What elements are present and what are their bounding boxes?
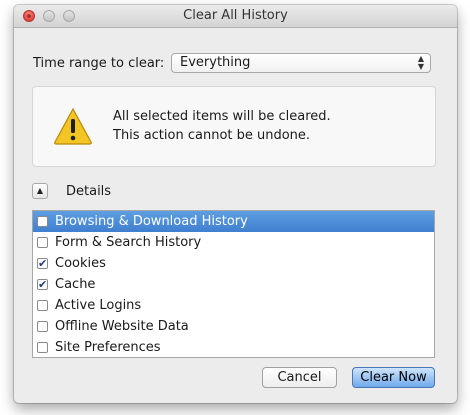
checkbox[interactable] [37,253,48,274]
details-label: Details [66,184,112,199]
checkbox[interactable] [37,274,48,295]
list-item-label: Offline Website Data [55,319,189,334]
window-title: Clear All History [183,8,288,23]
checkbox[interactable] [37,321,48,332]
warning-triangle-icon [54,107,92,145]
list-item-cookies[interactable]: Cookies [33,253,434,274]
list-item-active-logins[interactable]: Active Logins [33,295,434,316]
warning-line-1: All selected items will be cleared. [113,109,331,124]
list-item-label: Browsing & Download History [55,214,248,229]
checkbox[interactable] [37,342,48,353]
clear-now-button[interactable]: Clear Now [352,367,435,388]
title-bar[interactable]: Clear All History [14,5,457,28]
checkbox[interactable] [37,237,48,248]
list-item-site-preferences[interactable]: Site Preferences [33,337,434,357]
time-range-select[interactable]: Everything ▲ ▼ [171,53,431,73]
time-range-value: Everything [180,55,251,70]
list-item-label: Active Logins [55,298,142,313]
warning-message: All selected items will be cleared. This… [113,107,331,145]
cancel-button[interactable]: Cancel [262,367,337,388]
details-checklist: Browsing & Download History Form & Searc… [32,210,435,358]
list-item-label: Form & Search History [55,235,202,250]
warning-box: All selected items will be cleared. This… [32,86,436,167]
list-item-label: Site Preferences [55,340,161,355]
list-item-label: Cache [55,277,96,292]
list-item-browsing-download-history[interactable]: Browsing & Download History [33,211,434,232]
checkbox[interactable] [37,300,48,311]
list-item-cache[interactable]: Cache [33,274,434,295]
details-disclosure-button[interactable]: ▲ [32,183,48,199]
list-item-offline-website-data[interactable]: Offline Website Data [33,316,434,337]
clear-history-dialog: Clear All History Time range to clear: E… [14,5,457,403]
checkbox[interactable] [37,216,48,227]
warning-line-2: This action cannot be undone. [113,128,311,143]
list-item-label: Cookies [55,256,106,271]
list-item-form-search-history[interactable]: Form & Search History [33,232,434,253]
updown-arrows-icon: ▲ ▼ [417,54,424,71]
time-range-label: Time range to clear: [33,56,165,71]
